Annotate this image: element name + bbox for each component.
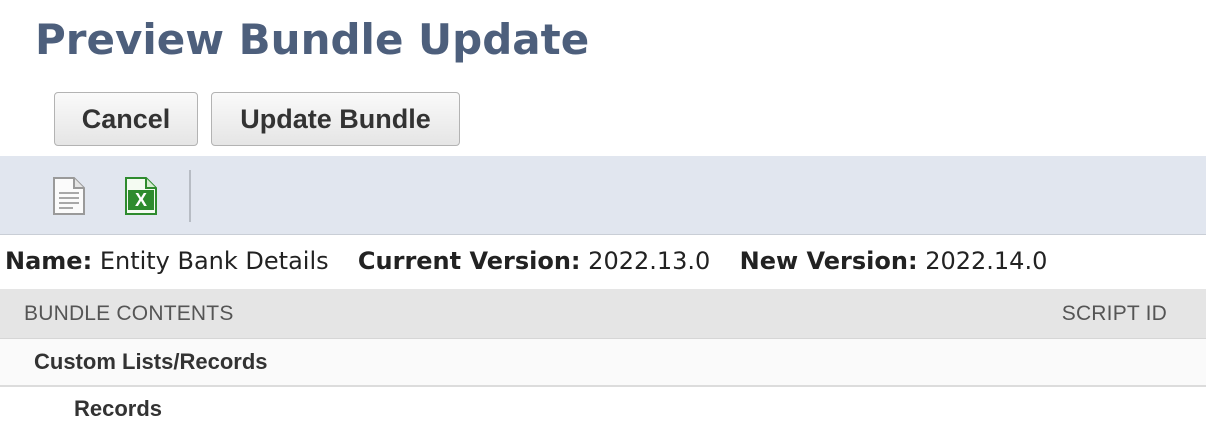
current-version-label: Current Version:	[357, 247, 581, 275]
action-buttons: Cancel Update Bundle	[54, 92, 460, 146]
page-title: Preview Bundle Update	[35, 15, 590, 64]
document-icon[interactable]	[50, 176, 88, 216]
svg-text:X: X	[135, 190, 147, 210]
new-version-value: 2022.14.0	[925, 247, 1048, 275]
toolbar-divider	[189, 170, 191, 222]
column-header-script-id[interactable]: SCRIPT ID	[1062, 302, 1167, 326]
update-bundle-button[interactable]: Update Bundle	[211, 92, 460, 146]
table-row: Records	[0, 387, 1206, 424]
table-header: BUNDLE CONTENTS SCRIPT ID	[0, 289, 1206, 339]
column-header-bundle-contents[interactable]: BUNDLE CONTENTS	[24, 302, 234, 326]
cancel-button[interactable]: Cancel	[54, 92, 198, 146]
name-label: Name:	[5, 247, 93, 275]
excel-export-icon[interactable]: X	[122, 176, 160, 216]
toolbar: X	[0, 156, 1206, 235]
table-row: Custom Lists/Records	[0, 339, 1206, 387]
new-version-label: New Version:	[739, 247, 918, 275]
row-group-label: Custom Lists/Records	[34, 349, 268, 374]
name-value: Entity Bank Details	[99, 247, 329, 275]
current-version-value: 2022.13.0	[588, 247, 711, 275]
bundle-info: Name: Entity Bank Details Current Versio…	[5, 247, 1047, 275]
row-sub-label: Records	[74, 396, 163, 421]
